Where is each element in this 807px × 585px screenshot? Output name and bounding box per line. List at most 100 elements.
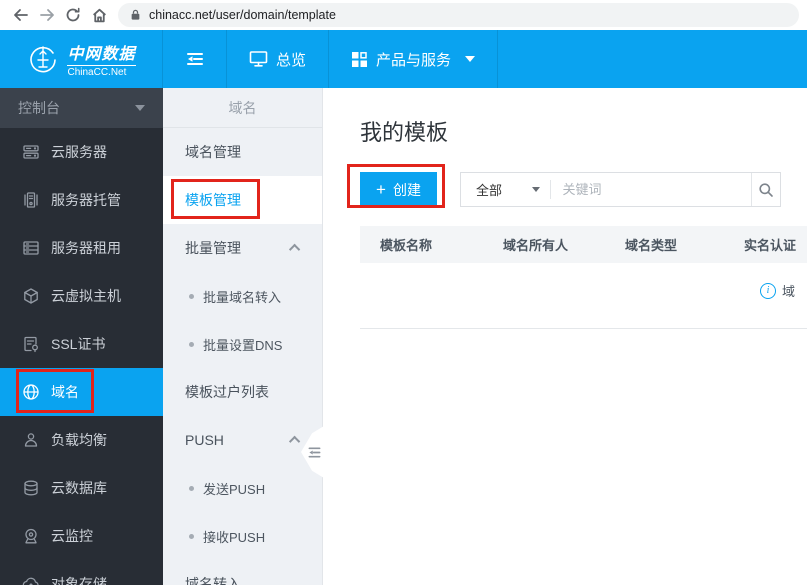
column-real-name-auth: 实名认证 (744, 238, 797, 253)
chevron-down-icon (531, 187, 540, 192)
load-balancer-icon (22, 431, 40, 449)
hosting-icon (22, 191, 40, 209)
sidebar-item-server-hosting[interactable]: 服务器托管 (0, 176, 163, 224)
logo[interactable]: 中网数据 ChinaCC.Net (0, 30, 163, 88)
divider (360, 328, 807, 329)
lock-icon (130, 9, 141, 21)
nav-products-label: 产品与服务 (376, 51, 452, 69)
search-button[interactable] (750, 173, 781, 206)
sidebar-item-server-rental[interactable]: 服务器租用 (0, 224, 163, 272)
info-icon: i (760, 282, 776, 299)
menu-send-push[interactable]: 发送PUSH (163, 464, 322, 512)
menu-batch-domain-transfer-in[interactable]: 批量域名转入 (163, 272, 322, 320)
sidebar-item-label: 云服务器 (51, 144, 107, 160)
menu-domain-management[interactable]: 域名管理 (163, 128, 322, 176)
bullet-icon (189, 341, 194, 347)
sidebar-item-label: 域名 (51, 384, 79, 400)
menu-label: 批量设置DNS (203, 337, 283, 353)
menu-template-transfer-list[interactable]: 模板过户列表 (163, 368, 322, 416)
grid-icon (351, 51, 368, 68)
console-label: 控制台 (18, 100, 60, 116)
column-template-name: 模板名称 (380, 238, 433, 253)
cloud-storage-icon (22, 575, 40, 585)
sidebar-item-ssl-cert[interactable]: SSL证书 (0, 320, 163, 368)
chevron-down-icon (465, 56, 476, 62)
menu-label: 模板管理 (185, 192, 241, 208)
sidebar-item-label: 服务器托管 (51, 192, 121, 208)
table-header: 模板名称 域名所有人 域名类型 实名认证 (360, 226, 807, 263)
main-content: 我的模板 + 创建 全部 模板名称 域名所有人 域名类型 实名认证 i 域 (323, 88, 807, 585)
sidebar-item-label: 云数据库 (51, 480, 107, 496)
page-title: 我的模板 (360, 120, 449, 145)
globe-icon (22, 383, 40, 401)
logo-subtitle: ChinaCC.Net (67, 67, 127, 78)
menu-template-management[interactable]: 模板管理 (163, 176, 322, 224)
menu-domain-transfer-in[interactable]: 域名转入 (163, 560, 322, 585)
sidebar-item-label: 对象存储 (51, 576, 107, 585)
sidebar-item-virtual-host[interactable]: 云虚拟主机 (0, 272, 163, 320)
monitor-icon (249, 50, 268, 68)
column-domain-type: 域名类型 (625, 238, 678, 253)
sidebar-item-domain[interactable]: 域名 (0, 368, 163, 416)
column-domain-owner: 域名所有人 (503, 238, 569, 253)
nav-products-services[interactable]: 产品与服务 (329, 30, 499, 88)
chevron-up-icon (288, 435, 301, 448)
search-icon (759, 182, 773, 197)
app-header: 中网数据 ChinaCC.Net 总览 产品与服务 (0, 30, 807, 88)
console-dropdown[interactable]: 控制台 (0, 88, 163, 128)
keyword-input[interactable] (550, 173, 751, 206)
create-button-label: 创建 (392, 181, 421, 198)
database-icon (22, 479, 40, 497)
home-icon[interactable] (86, 2, 112, 28)
menu-push-group[interactable]: PUSH (163, 416, 322, 464)
cube-icon (22, 287, 40, 305)
sidebar-item-label: 服务器租用 (51, 240, 121, 256)
url-text: chinacc.net/user/domain/template (149, 8, 336, 22)
nav-overview[interactable]: 总览 (227, 30, 330, 88)
nav-overview-label: 总览 (276, 51, 307, 69)
reload-icon[interactable] (60, 2, 86, 28)
chevron-up-icon (288, 243, 301, 256)
rental-icon (22, 239, 40, 257)
logo-title: 中网数据 (67, 40, 136, 66)
collapse-menu-button[interactable] (163, 30, 227, 88)
forward-icon[interactable] (34, 2, 60, 28)
browser-toolbar: chinacc.net/user/domain/template (0, 0, 807, 30)
menu-label: 发送PUSH (203, 481, 266, 497)
servers-icon (22, 143, 40, 161)
menu-label: 批量管理 (185, 240, 241, 256)
sidebar-item-cloud-server[interactable]: 云服务器 (0, 128, 163, 176)
bullet-icon (189, 485, 194, 491)
menu-label: 模板过户列表 (185, 384, 269, 400)
sidebar-item-cloud-database[interactable]: 云数据库 (0, 464, 163, 512)
collapse-sidebar-icon (308, 446, 321, 458)
secondary-sidebar: 域名 域名管理 模板管理 批量管理 批量域名转入 批量设置DNS 模板过户列表 … (163, 88, 323, 585)
menu-label: 批量域名转入 (203, 289, 282, 305)
create-button[interactable]: + 创建 (360, 172, 437, 207)
primary-sidebar: 控制台 云服务器 服务器托管 服务器租用 云虚拟主机 SSL证书 域名 负载均衡… (0, 88, 163, 585)
filter-dropdown[interactable]: 全部 (461, 173, 550, 206)
secondary-sidebar-title: 域名 (163, 88, 322, 128)
sidebar-item-label: 负载均衡 (51, 432, 107, 448)
sidebar-item-load-balancer[interactable]: 负载均衡 (0, 416, 163, 464)
menu-batch-set-dns[interactable]: 批量设置DNS (163, 320, 322, 368)
sidebar-item-label: 云虚拟主机 (51, 288, 121, 304)
info-note: i 域 (760, 281, 795, 300)
collapse-menu-icon (186, 51, 204, 67)
menu-label: PUSH (185, 432, 224, 448)
menu-label: 域名转入 (185, 576, 241, 585)
bullet-icon (189, 533, 194, 539)
sidebar-item-cloud-monitor[interactable]: 云监控 (0, 512, 163, 560)
bullet-icon (189, 293, 194, 299)
sidebar-item-object-storage[interactable]: 对象存储 (0, 560, 163, 585)
menu-receive-push[interactable]: 接收PUSH (163, 512, 322, 560)
certificate-icon (22, 335, 40, 353)
plus-icon: + (376, 180, 386, 199)
chevron-down-icon (135, 105, 145, 111)
camera-icon (22, 527, 40, 545)
address-bar[interactable]: chinacc.net/user/domain/template (118, 3, 799, 27)
menu-batch-management[interactable]: 批量管理 (163, 224, 322, 272)
filter-value: 全部 (476, 183, 503, 198)
back-icon[interactable] (8, 2, 34, 28)
search-bar: 全部 (460, 172, 781, 207)
